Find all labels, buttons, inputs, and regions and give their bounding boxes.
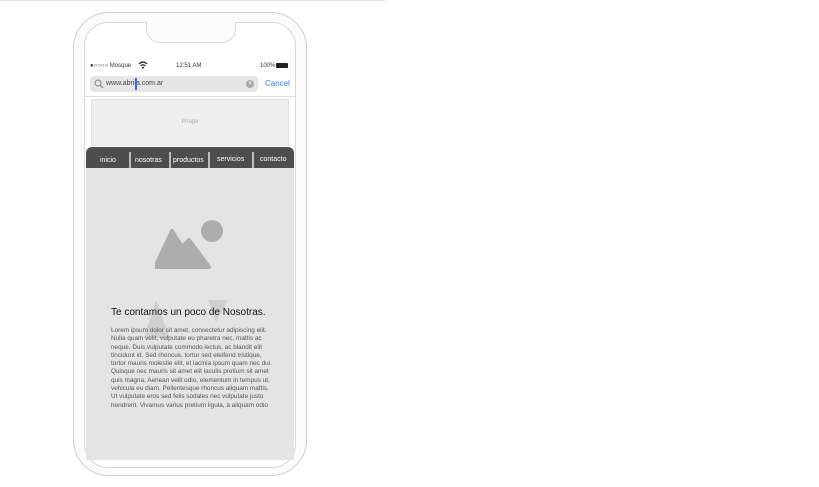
body-line: tortor mauris molestie elit, et lacinia …: [111, 360, 272, 368]
search-icon: [94, 79, 104, 89]
address-bar[interactable]: www.abrila.com.ar ×: [90, 76, 258, 92]
body-line: quis magna. Aenean velit odio, elementum…: [111, 376, 270, 384]
body-line: vehicula eu diam. Pellentesque rhoncus a…: [111, 385, 269, 393]
body-line: Nulla quam velit, vulputate eu pharetra …: [111, 335, 262, 343]
wifi-icon: [138, 61, 148, 69]
nav-item-inicio[interactable]: inicio: [100, 157, 116, 164]
body-line: hendrerit. Vivamus varius pretium ligula…: [111, 401, 268, 409]
carrier-label: ●○○○○ Mosque: [90, 63, 132, 69]
nav-separator: [208, 152, 210, 168]
image-placeholder-icon: [155, 220, 223, 269]
text-cursor: [135, 78, 137, 90]
phone-notch: [146, 22, 236, 43]
body-line: neque. Duis vulputate commodo lectus, ac…: [111, 343, 262, 351]
nav-separator: [169, 152, 171, 168]
clear-icon[interactable]: ×: [246, 80, 254, 88]
status-time: 12:51 AM: [176, 63, 202, 69]
banner-image: Image: [91, 99, 289, 146]
banner-placeholder-label: Image: [181, 119, 199, 125]
nav-separator: [129, 152, 131, 168]
nav-item-nosotras[interactable]: nosotras: [135, 157, 162, 164]
nav-item-servicios[interactable]: servicios: [217, 156, 244, 163]
body-line: tincidunt id. Sed rhoncus, tortor sed el…: [111, 351, 262, 359]
top-divider: [0, 0, 385, 1]
cancel-button[interactable]: Cancel: [265, 79, 290, 88]
main-nav: inicio nosotras productos servicios cont…: [86, 147, 294, 168]
page-title: Te contamos un poco de Nosotras.: [111, 307, 266, 318]
body-line: Ut vulputate eros sed felis sodales nec …: [111, 393, 264, 401]
nav-item-productos[interactable]: productos: [173, 157, 204, 164]
body-line: Quisque nec mauris sit amet elit iaculis…: [111, 368, 269, 376]
status-bar: ●○○○○ Mosque 12:51 AM 100%: [90, 60, 292, 72]
nav-separator: [252, 152, 254, 168]
battery-icon: [276, 63, 288, 68]
nav-item-contacto[interactable]: contacto: [260, 156, 286, 163]
header-divider: [85, 96, 295, 97]
body-line: Lorem ipsum dolor sit amet, consectetur …: [111, 327, 267, 334]
battery-percent: 100%: [260, 63, 276, 69]
body-text: Lorem ipsum dolor sit amet, consectetur …: [111, 327, 289, 410]
